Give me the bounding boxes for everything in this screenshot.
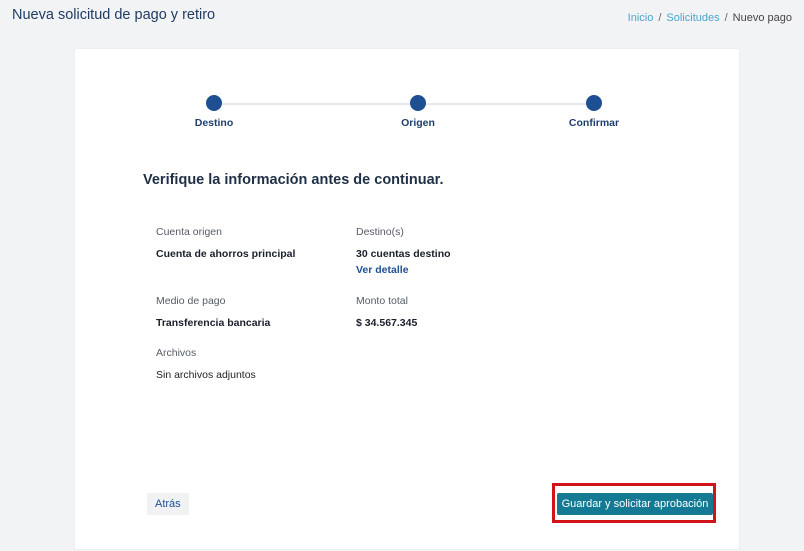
step-destino: Destino <box>154 95 274 129</box>
field-label: Monto total <box>356 295 408 307</box>
field-value: Sin archivos adjuntos <box>156 369 256 381</box>
field-value: Transferencia bancaria <box>156 317 271 329</box>
field-label: Archivos <box>156 347 197 359</box>
section-heading: Verifique la información antes de contin… <box>143 172 444 188</box>
step-indicator-icon <box>586 95 602 111</box>
field-label: Destino(s) <box>356 226 404 238</box>
breadcrumb-current: Nuevo pago <box>732 12 792 24</box>
breadcrumb-link-solicitudes[interactable]: Solicitudes <box>666 12 719 24</box>
field-value: 30 cuentas destino <box>356 248 451 260</box>
field-value: Cuenta de ahorros principal <box>156 248 296 260</box>
breadcrumb-link-inicio[interactable]: Inicio <box>628 12 654 24</box>
summary-card: Destino Origen Confirmar Verifique la in… <box>75 49 739 549</box>
field-label: Cuenta origen <box>156 226 222 238</box>
field-archivos: Archivos Sin archivos adjuntos <box>156 347 256 381</box>
breadcrumb: Inicio / Solicitudes / Nuevo pago <box>628 12 792 24</box>
field-monto-total: Monto total $ 34.567.345 <box>356 295 417 329</box>
step-confirmar: Confirmar <box>534 95 654 129</box>
field-label: Medio de pago <box>156 295 226 307</box>
breadcrumb-separator: / <box>658 12 662 24</box>
page-title: Nueva solicitud de pago y retiro <box>12 7 216 23</box>
stepper: Destino Origen Confirmar <box>75 49 739 139</box>
field-destinos: Destino(s) 30 cuentas destino Ver detall… <box>356 226 451 276</box>
breadcrumb-separator: / <box>724 12 728 24</box>
step-indicator-icon <box>410 95 426 111</box>
field-cuenta-origen: Cuenta origen Cuenta de ahorros principa… <box>156 226 295 260</box>
field-value: $ 34.567.345 <box>356 317 418 329</box>
step-origen: Origen <box>358 95 478 129</box>
back-button[interactable]: Atrás <box>147 493 189 515</box>
step-label: Destino <box>194 117 234 129</box>
save-and-request-approval-button[interactable]: Guardar y solicitar aprobación <box>557 493 713 515</box>
step-label: Origen <box>401 117 435 129</box>
field-medio-pago: Medio de pago Transferencia bancaria <box>156 295 270 329</box>
step-indicator-icon <box>206 95 222 111</box>
ver-detalle-link[interactable]: Ver detalle <box>356 264 451 276</box>
step-label: Confirmar <box>568 117 620 129</box>
